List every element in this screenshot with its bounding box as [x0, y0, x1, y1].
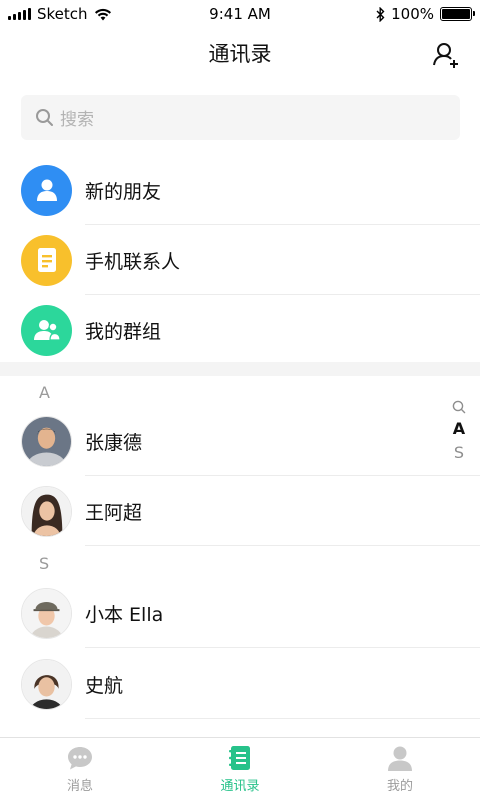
phone-contacts-row[interactable]: 手机联系人: [0, 225, 480, 295]
contact-name: 小本 Ella: [85, 603, 164, 626]
tab-profile[interactable]: 我的: [320, 738, 480, 800]
contact-name: 张康德: [85, 431, 143, 454]
index-letter-s[interactable]: S: [454, 444, 464, 462]
tab-messages-label: 消息: [66, 779, 93, 794]
nav-bar: 通讯录: [0, 28, 480, 80]
contact-name: 王阿超: [85, 501, 143, 524]
tab-messages[interactable]: 消息: [0, 738, 160, 800]
page-title: 通讯录: [208, 42, 272, 66]
tab-bar: 消息 通讯录 我的: [0, 737, 480, 800]
tab-contacts[interactable]: 通讯录: [160, 738, 320, 800]
contact-row[interactable]: 张康德: [0, 406, 480, 476]
search-icon: [36, 109, 53, 126]
avatar: [21, 587, 72, 639]
group-icon: [21, 304, 72, 356]
section-header-s: S: [39, 554, 50, 573]
divider: [85, 545, 480, 546]
phone-contacts-label: 手机联系人: [85, 250, 181, 273]
search-input[interactable]: 搜索: [21, 95, 460, 140]
my-groups-row[interactable]: 我的群组: [0, 295, 480, 365]
divider: [85, 718, 480, 719]
status-right: 100%: [376, 5, 475, 23]
battery-icon: [440, 7, 475, 21]
contact-row[interactable]: 王阿超: [0, 476, 480, 546]
document-icon: [21, 234, 72, 286]
tab-profile-label: 我的: [386, 779, 413, 794]
contact-row[interactable]: 小本 Ella: [0, 578, 480, 648]
index-bar[interactable]: A S: [451, 400, 467, 462]
avatar: [21, 658, 72, 710]
my-groups-label: 我的群组: [85, 320, 162, 343]
contacts-book-icon: [229, 746, 250, 770]
index-search-icon[interactable]: [452, 400, 466, 414]
chat-bubble-icon: [68, 747, 92, 770]
contact-row[interactable]: 史航: [0, 649, 480, 719]
person-icon: [21, 164, 72, 216]
tab-contacts-label: 通讯录: [220, 779, 260, 794]
divider: [85, 647, 480, 648]
avatar: [21, 415, 72, 467]
status-bar: Sketch 9:41 AM 100%: [0, 0, 480, 28]
add-user-icon[interactable]: [432, 40, 462, 70]
section-separator: [0, 362, 480, 376]
avatar: [21, 485, 72, 537]
bluetooth-icon: [376, 6, 385, 22]
new-friends-row[interactable]: 新的朋友: [0, 155, 480, 225]
index-letter-a[interactable]: A: [453, 420, 465, 438]
search-placeholder: 搜索: [60, 110, 94, 130]
profile-icon: [388, 746, 412, 771]
battery-percent: 100%: [391, 5, 434, 23]
new-friends-label: 新的朋友: [85, 180, 162, 203]
contact-name: 史航: [85, 674, 124, 697]
section-header-a: A: [39, 383, 50, 402]
